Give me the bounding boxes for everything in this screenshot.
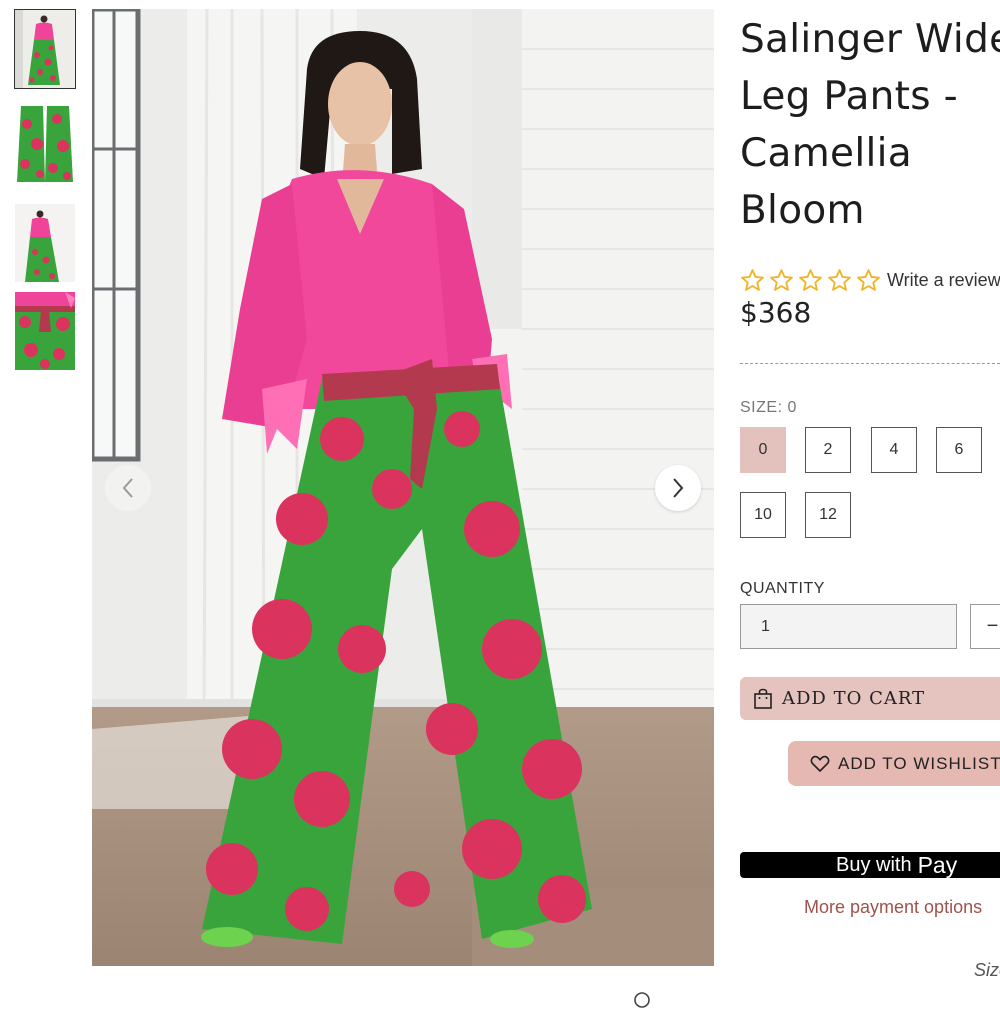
size-option-4[interactable]: 4 xyxy=(871,427,917,473)
size-option-0[interactable]: 0 xyxy=(740,427,786,473)
title-line-4: Bloom xyxy=(740,188,865,233)
thumbnail-3[interactable] xyxy=(15,204,75,282)
thumbnail-1-image xyxy=(15,10,75,88)
star-empty-icon xyxy=(741,269,764,291)
more-payment-options-link[interactable]: More payment options xyxy=(804,897,982,918)
next-image-button[interactable] xyxy=(655,465,701,511)
shopping-bag-icon xyxy=(754,688,772,709)
rating-stars[interactable] xyxy=(740,268,881,293)
star-empty-icon xyxy=(828,269,851,291)
apple-pay-pay-label: Pay xyxy=(917,851,958,878)
quantity-decrease-button[interactable]: − xyxy=(970,604,1000,649)
thumbnail-4[interactable] xyxy=(15,292,75,370)
product-title: Salinger Wide Leg Pants - Camellia Bloom xyxy=(740,11,1000,239)
size-label: SIZE: 0 xyxy=(740,399,797,416)
title-line-3: Camellia xyxy=(740,131,912,176)
product-info-panel: Salinger Wide Leg Pants - Camellia Bloom… xyxy=(740,0,1000,1000)
size-guide-link[interactable]: Size guide xyxy=(974,960,1000,981)
apple-pay-buy-label: Buy with xyxy=(836,853,912,876)
chevron-left-icon xyxy=(122,478,133,498)
size-option-10[interactable]: 10 xyxy=(740,492,786,538)
thumbnail-4-image xyxy=(15,292,75,370)
apple-pay-button[interactable]: Buy with Pay xyxy=(740,852,1000,878)
size-option-2[interactable]: 2 xyxy=(805,427,851,473)
title-line-1: Salinger Wide xyxy=(740,17,1000,62)
divider xyxy=(740,363,1000,364)
main-product-image xyxy=(92,9,714,966)
rating-row: Write a review xyxy=(740,268,1000,293)
heart-icon xyxy=(810,755,830,772)
previous-image-button[interactable] xyxy=(105,465,151,511)
thumbnail-2-image xyxy=(15,104,75,182)
product-price: $368 xyxy=(740,296,812,329)
thumbnail-2[interactable] xyxy=(15,104,75,182)
size-option-12[interactable]: 12 xyxy=(805,492,851,538)
quantity-label: QUANTITY xyxy=(740,580,825,597)
star-empty-icon xyxy=(799,269,822,291)
thumbnail-1[interactable] xyxy=(14,9,76,89)
add-to-wishlist-label: ADD TO WISHLIST xyxy=(838,753,1000,773)
ruler-icon xyxy=(634,992,650,1008)
quantity-input[interactable] xyxy=(740,604,957,649)
title-line-2: Leg Pants - xyxy=(740,74,958,119)
thumbnail-3-image xyxy=(15,204,75,282)
add-to-cart-label: ADD TO CART xyxy=(782,688,926,709)
star-empty-icon xyxy=(770,269,793,291)
product-photo xyxy=(92,9,714,966)
write-review-link[interactable]: Write a review xyxy=(887,270,1000,291)
add-to-cart-button[interactable]: ADD TO CART xyxy=(740,677,1000,720)
chevron-right-icon xyxy=(673,478,684,498)
add-to-wishlist-button[interactable]: ADD TO WISHLIST xyxy=(788,741,1000,786)
star-empty-icon xyxy=(857,269,880,291)
size-option-6[interactable]: 6 xyxy=(936,427,982,473)
